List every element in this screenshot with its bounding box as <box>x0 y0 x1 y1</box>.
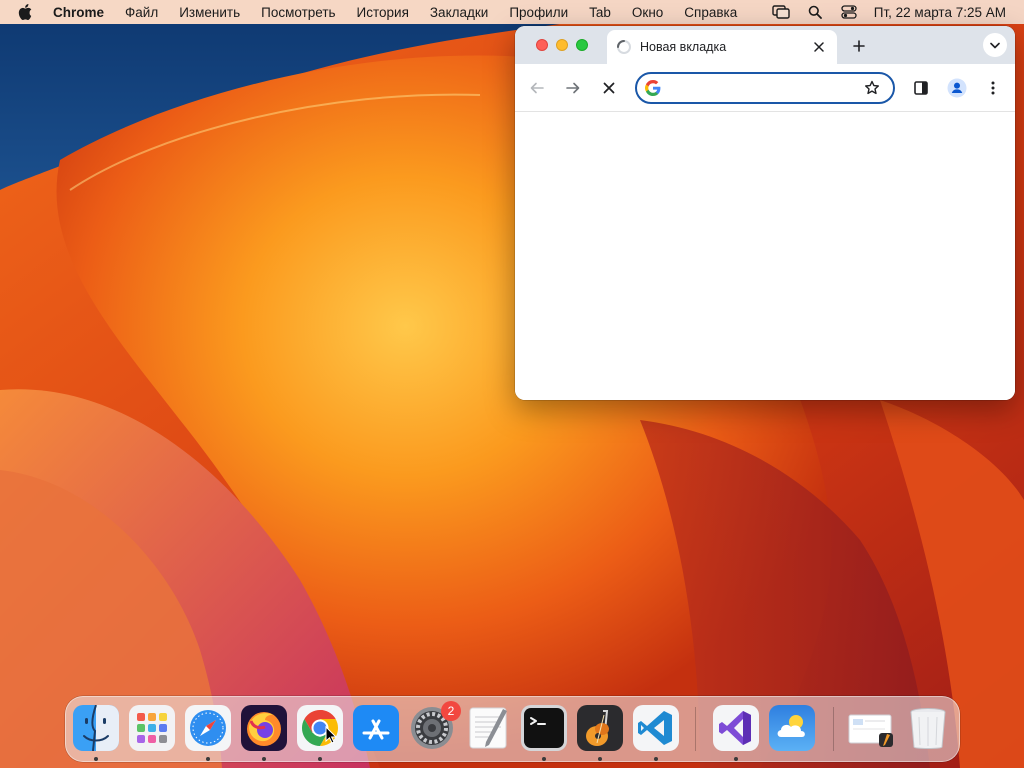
menu-app-name[interactable]: Chrome <box>53 5 104 20</box>
menu-edit[interactable]: Изменить <box>179 5 240 20</box>
window-minimize-button[interactable] <box>556 39 568 51</box>
chrome-window: Новая вкладка <box>515 26 1015 400</box>
dock: 2 <box>65 696 960 762</box>
firefox-running-dot <box>262 757 266 761</box>
menu-file[interactable]: Файл <box>125 5 158 20</box>
bookmark-star-icon[interactable] <box>863 79 881 97</box>
system-settings-badge: 2 <box>441 701 461 721</box>
control-center-icon[interactable] <box>840 4 858 20</box>
trash-icon[interactable] <box>905 705 951 751</box>
forward-arrow-icon[interactable] <box>561 76 585 100</box>
menu-bar-status-area: Пт, 22 марта 7:25 AM <box>756 0 1006 24</box>
menu-bar-clock[interactable]: Пт, 22 марта 7:25 AM <box>874 5 1006 20</box>
apple-menu-icon[interactable] <box>18 3 34 21</box>
firefox-icon[interactable] <box>241 705 287 751</box>
menu-bookmarks[interactable]: Закладки <box>430 5 488 20</box>
chrome-running-dot <box>318 757 322 761</box>
tab-strip: Новая вкладка <box>515 26 1015 64</box>
tab-new-tab[interactable]: Новая вкладка <box>607 30 837 64</box>
finder-icon[interactable] <box>73 705 119 751</box>
app-store-icon[interactable] <box>353 705 399 751</box>
terminal-running-dot <box>542 757 546 761</box>
window-fullscreen-button[interactable] <box>576 39 588 51</box>
spotlight-search-icon[interactable] <box>806 4 824 20</box>
terminal-icon[interactable] <box>521 705 567 751</box>
new-tab-plus-icon[interactable] <box>849 36 869 56</box>
stop-loading-x-icon[interactable] <box>597 76 621 100</box>
screen-mirroring-icon[interactable] <box>772 4 790 20</box>
side-panel-icon[interactable] <box>909 76 933 100</box>
page-content-area <box>515 113 1015 400</box>
garageband-running-dot <box>598 757 602 761</box>
menu-help[interactable]: Справка <box>684 5 737 20</box>
menu-view[interactable]: Посмотреть <box>261 5 335 20</box>
kebab-menu-icon[interactable] <box>981 76 1005 100</box>
safari-running-dot <box>206 757 210 761</box>
browser-toolbar <box>515 64 1015 112</box>
menu-profiles[interactable]: Профили <box>509 5 568 20</box>
loading-spinner-icon <box>617 40 631 54</box>
vscode-icon[interactable] <box>633 705 679 751</box>
close-tab-icon[interactable] <box>811 39 827 55</box>
textedit-icon[interactable] <box>465 705 511 751</box>
finder-running-dot <box>94 757 98 761</box>
window-close-button[interactable] <box>536 39 548 51</box>
menu-window[interactable]: Окно <box>632 5 663 20</box>
google-g-icon <box>645 80 661 96</box>
dock-separator-2 <box>833 707 834 751</box>
visual-studio-running-dot <box>734 757 738 761</box>
profile-avatar-icon[interactable] <box>945 76 969 100</box>
back-arrow-icon[interactable] <box>525 76 549 100</box>
menu-tab[interactable]: Tab <box>589 5 611 20</box>
recent-document-icon[interactable] <box>847 705 893 751</box>
dock-separator <box>695 707 696 751</box>
launchpad-icon[interactable] <box>129 705 175 751</box>
address-bar[interactable] <box>635 72 895 104</box>
address-input[interactable] <box>669 78 859 98</box>
menu-bar: Chrome Файл Изменить Посмотреть История … <box>0 0 1024 24</box>
tab-search-chevron-icon[interactable] <box>983 33 1007 57</box>
mouse-cursor-icon <box>325 726 337 744</box>
visual-studio-icon[interactable] <box>713 705 759 751</box>
vscode-running-dot <box>654 757 658 761</box>
menu-history[interactable]: История <box>357 5 409 20</box>
safari-icon[interactable] <box>185 705 231 751</box>
garageband-icon[interactable] <box>577 705 623 751</box>
weather-icon[interactable] <box>769 705 815 751</box>
tab-title: Новая вкладка <box>640 40 727 54</box>
